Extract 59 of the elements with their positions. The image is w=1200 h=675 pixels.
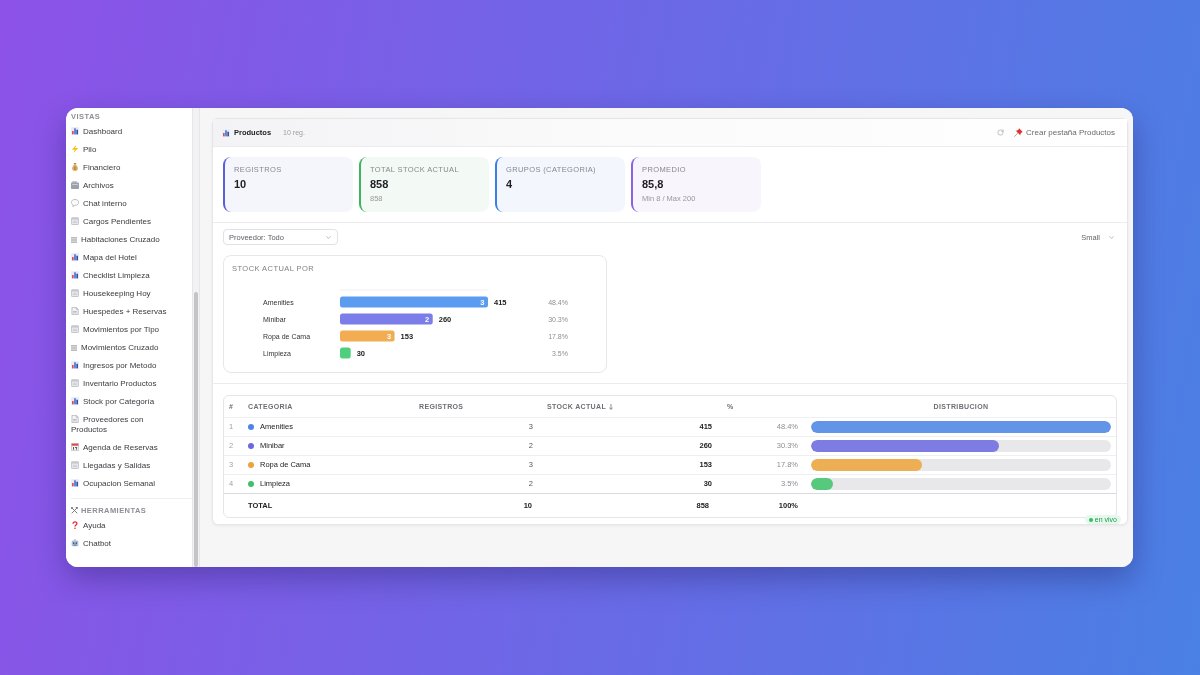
sidebar-item[interactable]: Inventario Productos xyxy=(71,375,179,393)
sidebar-item[interactable]: Movimientos Cruzado xyxy=(71,339,179,357)
sidebar-item[interactable]: Ocupacion Semanal xyxy=(71,475,179,493)
tools-icon xyxy=(71,506,78,514)
sidebar-item[interactable]: Llegadas y Salidas xyxy=(71,457,179,475)
stat-value: 858 xyxy=(370,178,390,191)
sidebar-item[interactable]: Huespedes + Reservas xyxy=(71,303,179,321)
refresh-button[interactable] xyxy=(997,129,1005,136)
sidebar-item[interactable]: Ayuda xyxy=(71,517,179,535)
sidebar-item[interactable]: Pilo xyxy=(71,141,179,159)
chevron-down-icon xyxy=(325,233,332,241)
stat-value: 4 xyxy=(506,178,514,191)
sidebar-item[interactable]: Dashboard xyxy=(71,123,179,141)
sheet-icon xyxy=(71,217,79,225)
sidebar-item[interactable]: Financiero xyxy=(71,159,179,177)
create-tab-button[interactable]: Crear pestaña Productos xyxy=(1014,128,1115,137)
scrollbar-thumb[interactable] xyxy=(194,292,198,567)
sheet-icon xyxy=(71,461,79,469)
speech-bubble-icon xyxy=(71,199,79,207)
bar-chart-icon xyxy=(71,361,79,369)
sidebar-item[interactable]: Mapa del Hotel xyxy=(71,249,179,267)
sheet-icon xyxy=(71,289,79,297)
sidebar-item[interactable]: Archivos xyxy=(71,177,179,195)
page-icon xyxy=(71,415,79,423)
bar-chart-icon xyxy=(71,127,79,135)
bar-chart-icon xyxy=(71,271,79,279)
bar-chart-icon xyxy=(71,253,79,261)
sidebar-item[interactable]: Movimientos por Tipo xyxy=(71,321,179,339)
sidebar-item[interactable]: Cargos Pendientes xyxy=(71,213,179,231)
question-mark-icon xyxy=(71,521,79,529)
page-icon xyxy=(71,307,79,315)
sidebar-item[interactable]: Habitaciones Cruzado xyxy=(71,231,179,249)
stat-value: 10 xyxy=(234,178,248,191)
sidebar-item[interactable]: Stock por Categoría xyxy=(71,393,179,411)
bar-chart-icon xyxy=(222,128,230,137)
sheet-icon xyxy=(71,379,79,387)
pushpin-icon xyxy=(1014,128,1024,137)
sidebar-item[interactable]: Agenda de Reservas xyxy=(71,439,179,457)
robot-icon xyxy=(71,539,79,547)
bar-chart-icon xyxy=(71,479,79,487)
calendar-icon xyxy=(71,443,79,451)
sidebar-item[interactable]: Housekeeping Hoy xyxy=(71,285,179,303)
bar-chart-icon xyxy=(71,397,79,405)
money-bag-icon xyxy=(71,163,79,171)
card-index-icon xyxy=(71,181,79,189)
sidebar-item[interactable]: Ingresos por Metodo xyxy=(71,357,179,375)
sidebar-item[interactable]: Checklist Limpieza xyxy=(71,267,179,285)
lines-icon xyxy=(71,237,77,243)
sheet-icon xyxy=(71,325,79,333)
lightning-icon xyxy=(71,145,79,153)
chevron-down-icon xyxy=(1108,233,1115,241)
refresh-icon xyxy=(997,129,1005,136)
sort-arrow-icon xyxy=(609,403,614,410)
live-dot-icon xyxy=(1088,517,1093,522)
sidebar-item[interactable]: Proveedores con Productos xyxy=(71,411,179,439)
sidebar-item[interactable]: Chat interno xyxy=(71,195,179,213)
sidebar-item[interactable]: Chatbot xyxy=(71,535,179,553)
stat-value: 85,8 xyxy=(642,178,665,191)
lines-icon xyxy=(71,345,77,351)
